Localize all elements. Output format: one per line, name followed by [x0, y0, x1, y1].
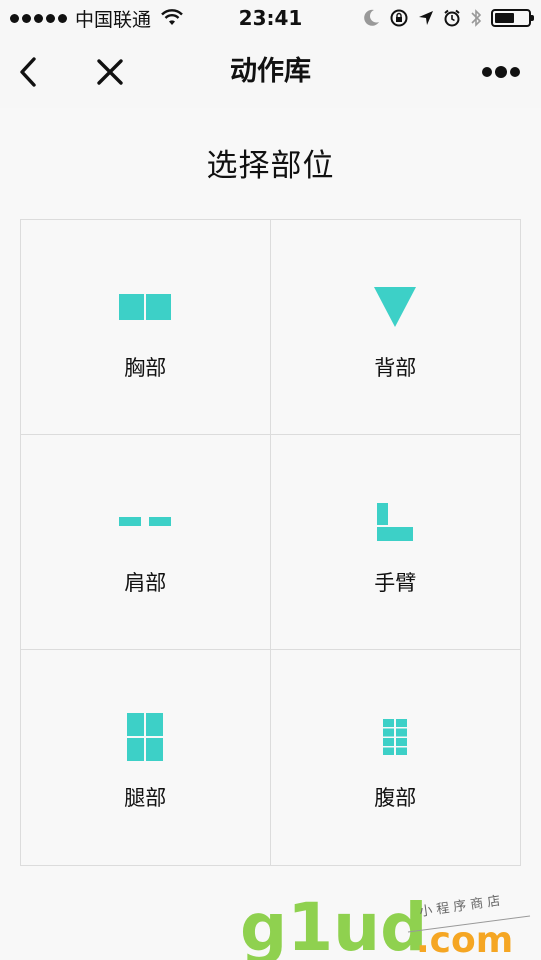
nav-title: 动作库 [230, 56, 311, 87]
more-button[interactable] [479, 54, 523, 90]
close-button[interactable] [92, 54, 128, 90]
part-cell-arm[interactable]: 手臂 [270, 435, 520, 650]
chest-icon [115, 282, 175, 332]
part-label: 背部 [374, 356, 417, 380]
status-right [364, 7, 534, 29]
rotation-lock-icon [390, 9, 408, 27]
part-cell-abs[interactable]: 腹部 [271, 650, 521, 865]
back-icon [365, 282, 425, 332]
nav-bar: 动作库 [0, 36, 541, 108]
back-button[interactable] [10, 54, 46, 90]
part-label: 手臂 [374, 571, 417, 595]
part-cell-leg[interactable]: 腿部 [21, 650, 271, 865]
chevron-left-icon [20, 57, 36, 87]
location-icon [419, 11, 433, 25]
part-label: 腿部 [124, 786, 167, 810]
part-label: 腹部 [374, 786, 417, 810]
bluetooth-icon [471, 9, 482, 27]
part-label: 胸部 [124, 356, 167, 380]
watermark-tagline: 小 程 序 商 店 [418, 894, 501, 920]
status-bar: 中国联通 23:41 [0, 0, 541, 36]
more-icon [482, 66, 520, 78]
body-part-grid: 胸部 背部 肩部 手臂 腿部 腹部 [20, 219, 521, 866]
battery-icon [491, 9, 534, 27]
part-cell-shoulder[interactable]: 肩部 [21, 435, 271, 650]
moon-icon [364, 9, 379, 26]
leg-icon [115, 712, 175, 762]
shoulder-icon [115, 497, 175, 547]
watermark-suffix: .com [416, 920, 513, 960]
close-icon [97, 59, 123, 85]
watermark-brand: g1ud [240, 889, 427, 960]
page-heading: 选择部位 [206, 148, 335, 184]
part-label: 肩部 [124, 571, 167, 595]
alarm-icon [444, 9, 460, 27]
part-cell-chest[interactable]: 胸部 [21, 220, 271, 435]
part-cell-back[interactable]: 背部 [270, 220, 520, 435]
abs-icon [365, 712, 425, 762]
watermark-logo: g1ud .com 小 程 序 商 店 [240, 888, 540, 960]
arm-icon [365, 497, 425, 547]
